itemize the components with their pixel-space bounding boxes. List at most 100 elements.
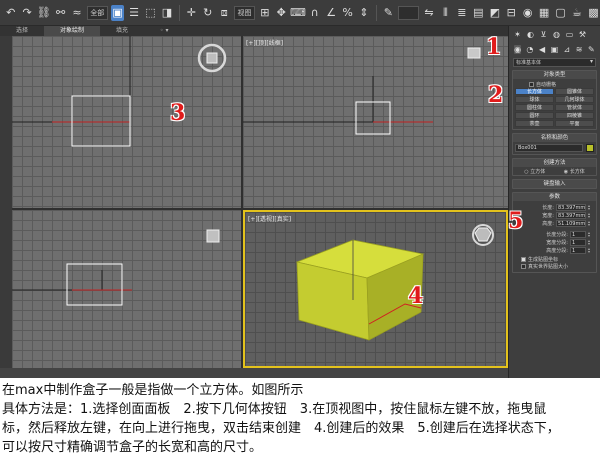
angle-snap-icon[interactable]: ∠ [324, 5, 337, 21]
tube-button[interactable]: 管状体 [555, 104, 594, 111]
pyramid-button[interactable]: 四棱锥 [555, 112, 594, 119]
rollout-header[interactable]: 名称和颜色 [513, 134, 596, 142]
width-segs-input[interactable]: 1 [569, 238, 586, 246]
step-marker-1: 1 [486, 34, 502, 60]
viewcube[interactable] [206, 229, 220, 243]
teapot-button[interactable]: 茶壶 [515, 120, 554, 127]
cone-button[interactable]: 圆锥体 [555, 88, 594, 95]
spacewarps-icon[interactable]: ≋ [576, 45, 583, 54]
sphere-button[interactable]: 球体 [515, 96, 554, 103]
lights-icon[interactable]: ◀ [538, 45, 545, 54]
viewport-front[interactable]: [+][顶][线框] [243, 36, 508, 208]
spinner-icon[interactable]: ▴ ▾ [588, 212, 590, 219]
front-view-shapes [243, 47, 481, 135]
rotate-icon[interactable]: ↻ [201, 5, 214, 21]
modify-panel-icon[interactable]: ◐ [526, 30, 535, 39]
spinner-snap-icon[interactable]: ⇕ [357, 5, 370, 21]
mirror-icon[interactable]: ⇋ [422, 5, 435, 21]
motion-panel-icon[interactable]: ◍ [552, 30, 561, 39]
box-button[interactable]: 长方体 [515, 88, 554, 95]
gen-mapping-checkbox[interactable]: 生成贴图坐标 [515, 256, 594, 263]
ribbon-tab-populate[interactable]: 填充 [100, 26, 144, 36]
real-world-checkbox[interactable]: 真实世界贴图大小 [515, 263, 594, 270]
object-color-swatch[interactable] [586, 144, 594, 152]
snap-toggle-icon[interactable]: ∩ [308, 5, 321, 21]
undo-icon[interactable]: ↶ [4, 5, 17, 21]
systems-icon[interactable]: ✎ [588, 45, 595, 54]
create-panel-icon[interactable]: ✶ [513, 30, 522, 39]
ribbon-toggle-icon[interactable]: ◦ ▾ [144, 26, 184, 36]
display-panel-icon[interactable]: ▭ [565, 30, 574, 39]
keyboard-shortcut-icon[interactable]: ⌨ [290, 5, 306, 21]
object-name-input[interactable]: Box001 [515, 144, 583, 152]
viewcube[interactable] [467, 47, 481, 59]
length-segs-input[interactable]: 1 [569, 230, 586, 238]
length-input[interactable]: 83.397mm [555, 203, 586, 211]
layer-manager-icon[interactable]: ≣ [455, 5, 468, 21]
select-by-name-icon[interactable]: ☰ [127, 5, 140, 21]
spinner-icon[interactable]: ▴ ▾ [588, 231, 590, 238]
length-param: 长度: 83.397mm ▴ ▾ [515, 203, 594, 211]
cameras-icon[interactable]: ▣ [551, 45, 559, 54]
height-segs-input[interactable]: 1 [569, 246, 586, 254]
spinner-icon[interactable]: ▴ ▾ [588, 239, 590, 246]
bind-space-warp-icon[interactable]: ≈ [70, 5, 83, 21]
autogrid-checkbox[interactable]: 自动栅格 [515, 81, 594, 88]
window-crossing-icon[interactable]: ◨ [160, 5, 173, 21]
render-setup-icon[interactable]: ▦ [537, 5, 550, 21]
unlink-icon[interactable]: ⚯ [54, 5, 67, 21]
utilities-panel-icon[interactable]: ⚒ [578, 30, 587, 39]
move-icon[interactable]: ✛ [185, 5, 198, 21]
cylinder-button[interactable]: 圆柱体 [515, 104, 554, 111]
checkbox-box[interactable] [521, 257, 526, 262]
rollout-header[interactable]: 参数 [513, 193, 596, 201]
scale-icon[interactable]: ⧈ [217, 5, 230, 21]
width-input[interactable]: 83.397mm [555, 211, 586, 219]
render-production-icon[interactable]: ▩ [587, 5, 600, 21]
viewcube[interactable] [206, 52, 218, 64]
schematic-view-icon[interactable]: ⊟ [505, 5, 518, 21]
named-selection-dropdown[interactable] [398, 5, 420, 20]
rendered-frame-icon[interactable]: ▢ [554, 5, 567, 21]
graphite-tools-icon[interactable]: ▤ [472, 5, 485, 21]
render-icon[interactable]: ☕ [570, 5, 583, 21]
checkbox-box[interactable] [529, 82, 534, 87]
rollout-header[interactable]: 创建方法 [513, 159, 596, 167]
viewport-perspective[interactable]: [+][透视][真实] [243, 210, 508, 368]
percent-snap-icon[interactable]: % [341, 5, 354, 21]
geometry-icon[interactable]: ◉ [514, 45, 522, 54]
shapes-icon[interactable]: ◔ [526, 45, 533, 54]
ribbon-tab-object-paint[interactable]: 对象绘制 [44, 26, 101, 36]
material-editor-icon[interactable]: ◉ [521, 5, 534, 21]
radio-box[interactable]: ◉ 长方体 [564, 168, 585, 175]
spinner-icon[interactable]: ▴ ▾ [588, 204, 590, 211]
rect-selection-icon[interactable]: ⬚ [144, 5, 157, 21]
select-manipulate-icon[interactable]: ✥ [275, 5, 288, 21]
redo-icon[interactable]: ↷ [20, 5, 33, 21]
viewport-left[interactable] [12, 210, 241, 368]
select-object-icon[interactable]: ▣ [110, 4, 125, 21]
pivot-icon[interactable]: ⊞ [258, 5, 271, 21]
align-icon[interactable]: ⫴ [439, 5, 452, 21]
torus-button[interactable]: 圆环 [515, 112, 554, 119]
edit-named-selection-icon[interactable]: ✎ [382, 5, 395, 21]
spinner-icon[interactable]: ▴ ▾ [588, 220, 590, 227]
ribbon-tab-selection[interactable]: 选择 [0, 26, 44, 36]
selection-filter-dropdown[interactable]: 全部 [86, 5, 108, 20]
geosphere-button[interactable]: 几何球体 [555, 96, 594, 103]
plane-button[interactable]: 平面 [555, 120, 594, 127]
checkbox-box[interactable] [521, 264, 526, 269]
height-input[interactable]: 51.109mm [555, 219, 586, 227]
curve-editor-icon[interactable]: ◩ [488, 5, 501, 21]
viewcube[interactable] [474, 227, 492, 242]
helpers-icon[interactable]: ⊿ [563, 45, 571, 54]
viewport-top[interactable] [12, 36, 241, 208]
rollout-header[interactable]: 对象类型 [513, 71, 596, 79]
radio-cube[interactable]: ○ 立方体 [524, 168, 545, 175]
spinner-icon[interactable]: ▴ ▾ [588, 247, 590, 254]
rollout-header[interactable]: 键盘输入 [513, 180, 596, 188]
hierarchy-panel-icon[interactable]: ⊻ [539, 30, 548, 39]
link-icon[interactable]: ⛓ [37, 5, 51, 21]
reference-coord-dropdown[interactable]: 视图 [233, 5, 256, 20]
geometry-category-select[interactable]: 标准基本体 [513, 58, 596, 67]
